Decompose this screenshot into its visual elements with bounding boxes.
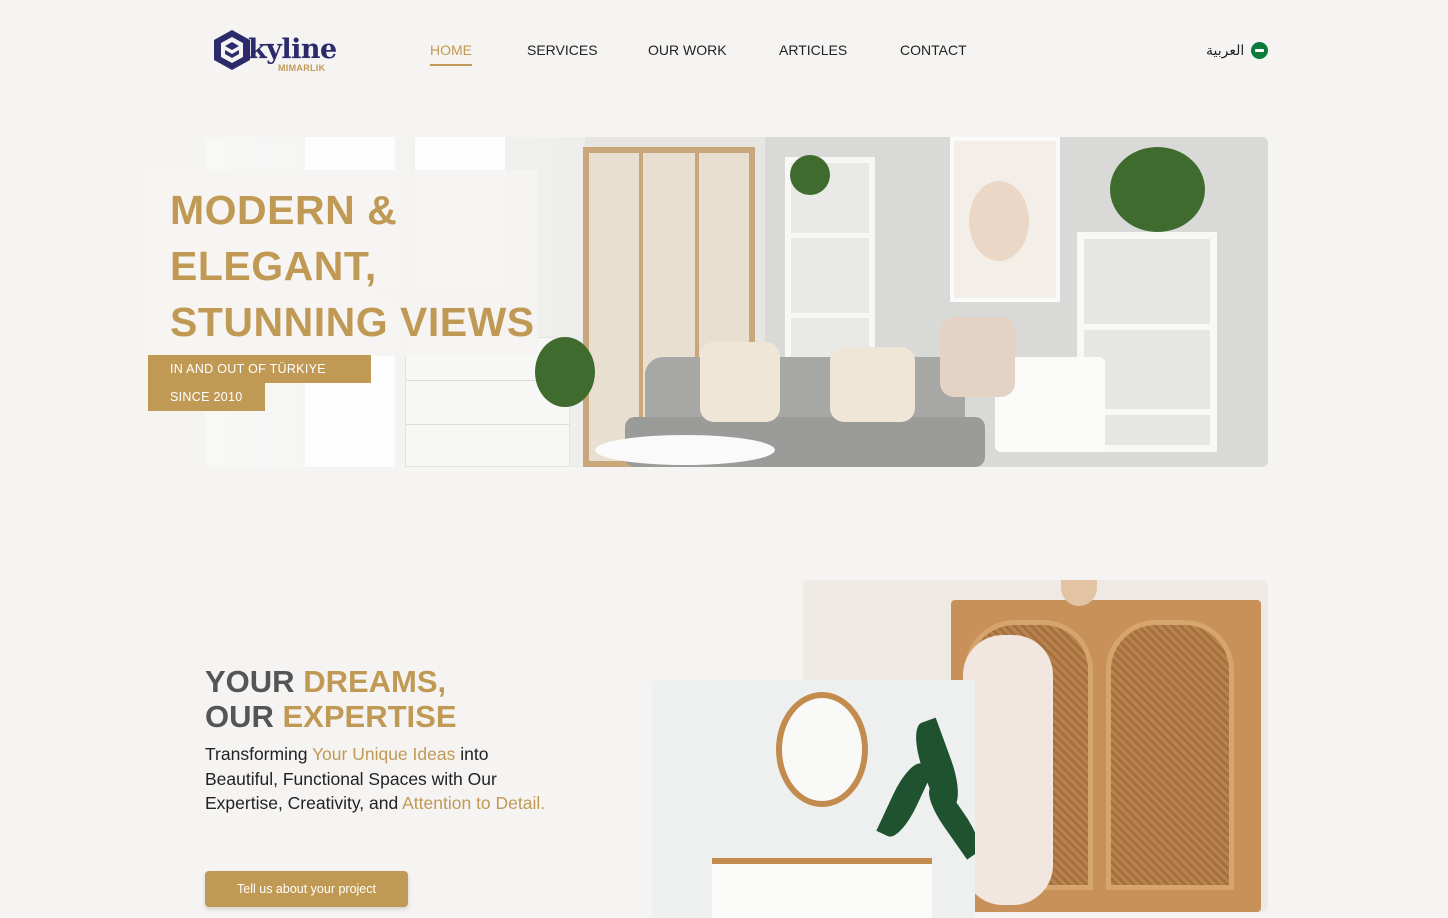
description-highlight: Attention to Detail.: [402, 793, 546, 813]
nav-our-work[interactable]: OUR WORK: [648, 42, 727, 58]
nav-contact[interactable]: CONTACT: [900, 42, 967, 58]
mirror-console-photo: [652, 680, 975, 918]
page: kyline MIMARLIK HOME SERVICES OUR WORK A…: [0, 0, 1448, 918]
saudi-flag-icon: [1251, 42, 1269, 59]
description-highlight: Your Unique Ideas: [311, 744, 456, 764]
hero-title: MODERN & ELEGANT, STUNNING VIEWS: [170, 182, 550, 350]
coffee-table-illustration: [595, 435, 775, 465]
logo[interactable]: kyline MIMARLIK: [212, 26, 342, 76]
nav-home[interactable]: HOME: [430, 42, 472, 66]
project-cta-button[interactable]: Tell us about your project: [205, 871, 408, 907]
heading-part: YOUR: [205, 664, 304, 699]
language-label: العربية: [1206, 42, 1245, 58]
language-switch[interactable]: العربية: [1206, 42, 1269, 59]
heading-highlight: EXPERTISE: [282, 699, 457, 734]
hero-title-line: ELEGANT,: [170, 243, 377, 289]
hero-title-line: STUNNING VIEWS: [170, 299, 535, 345]
logo-word: kyline: [248, 34, 337, 65]
description-text: Transforming: [205, 744, 312, 764]
wall-art-illustration: [950, 137, 1060, 302]
section-description: Transforming Your Unique Ideas into Beau…: [205, 742, 565, 816]
nav-articles[interactable]: ARTICLES: [779, 42, 847, 58]
heading-part: OUR: [205, 699, 283, 734]
logo-mark-icon: [214, 30, 250, 70]
nav-services[interactable]: SERVICES: [527, 42, 598, 58]
section-heading: YOUR DREAMS, OUR EXPERTISE: [205, 664, 457, 734]
logo-subtitle: MIMARLIK: [278, 63, 326, 73]
hero-title-line: MODERN &: [170, 187, 398, 233]
hero-tag-since: SINCE 2010: [148, 383, 265, 411]
hero-tag-region: IN AND OUT OF TÜRKIYE: [148, 355, 371, 383]
heading-highlight: DREAMS,: [303, 664, 447, 699]
